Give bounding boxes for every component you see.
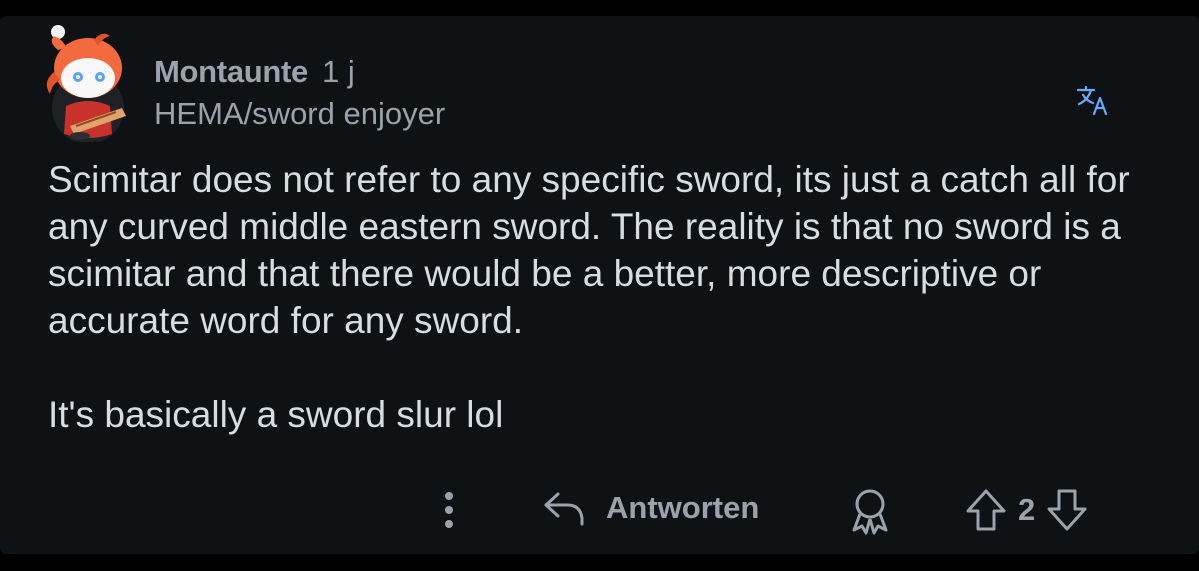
comment-card: Montaunte 1 j HEMA/sword enjoyer Scimita… [0,16,1199,554]
translate-button[interactable] [1074,82,1112,120]
award-icon [852,489,888,535]
reply-label: Antworten [606,490,760,525]
avatar[interactable] [36,22,136,144]
comment-header: Montaunte 1 j HEMA/sword enjoyer [154,54,445,132]
upvote-button[interactable] [964,487,1008,533]
reply-button[interactable]: Antworten [542,484,759,532]
arrow-up-icon [966,489,1006,531]
screenshot-frame: Montaunte 1 j HEMA/sword enjoyer Scimita… [0,0,1199,571]
more-options-button[interactable] [434,486,464,534]
arrow-down-icon [1047,489,1087,531]
downvote-button[interactable] [1045,487,1089,533]
snoo-avatar-icon [46,25,126,144]
user-flair: HEMA/sword enjoyer [154,96,446,131]
reply-arrow-icon [544,492,584,526]
username-row: Montaunte 1 j [154,54,445,92]
award-button[interactable] [848,486,892,536]
comment-body: Scimitar does not refer to any specific … [48,156,1178,438]
username[interactable]: Montaunte [154,54,308,90]
comment-paragraph: It's basically a sword slur lol [48,394,504,435]
comment-actions: Antworten 2 [0,478,1199,538]
more-vertical-icon [445,492,453,528]
vote-count: 2 [1018,492,1036,527]
vote-controls: 2 [964,486,1089,534]
comment-paragraph: Scimitar does not refer to any specific … [48,159,1130,341]
timestamp: 1 j [322,54,355,89]
translate-icon [1076,85,1108,116]
